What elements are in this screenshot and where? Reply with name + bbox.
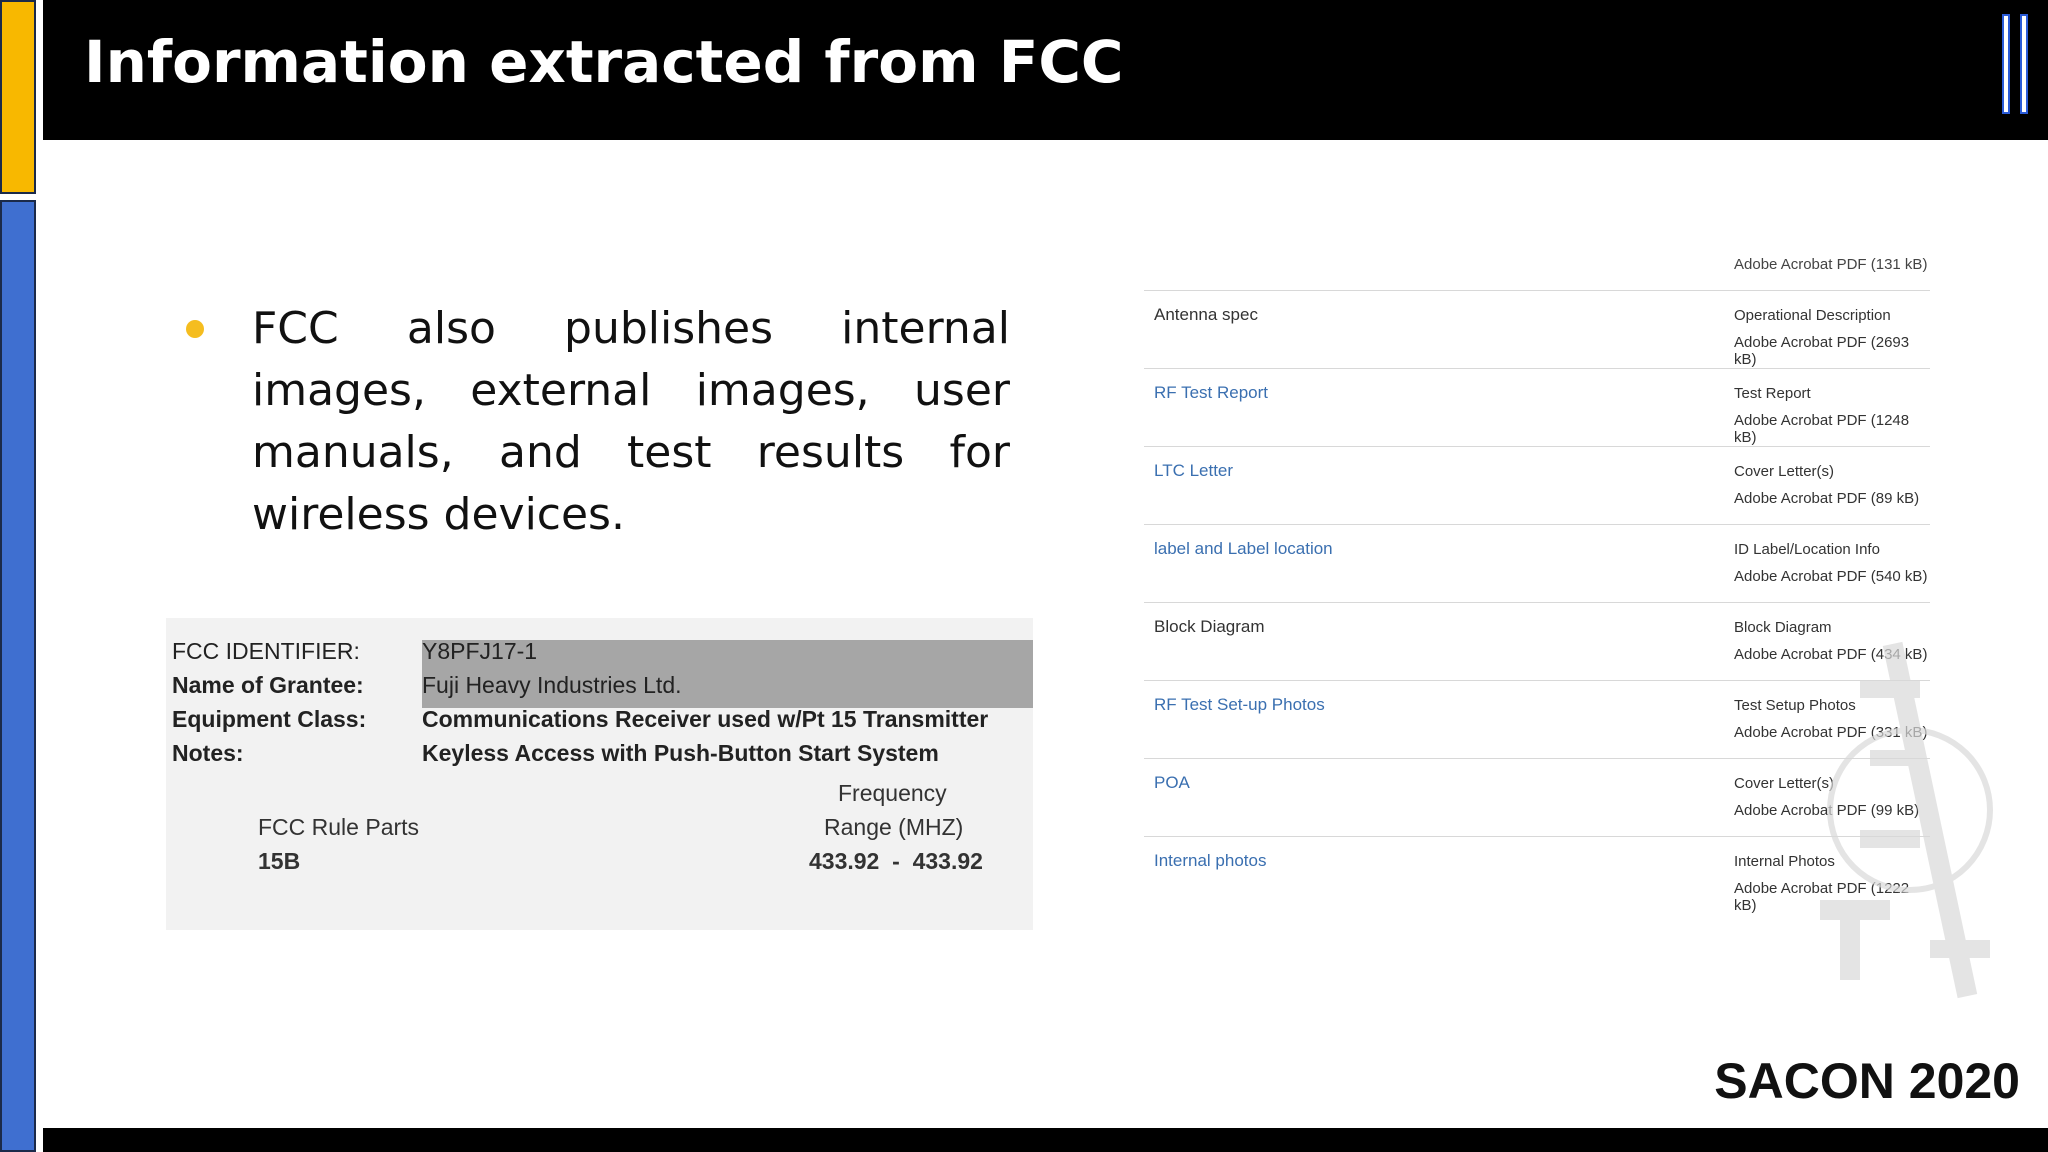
accent-bar-yellow: [0, 0, 36, 194]
accent-bar-blue: [0, 200, 36, 1152]
frequency-header: Frequency: [838, 780, 947, 806]
document-file-info: Adobe Acrobat PDF (131 kB): [1734, 256, 1928, 273]
document-file-info: Adobe Acrobat PDF (2693 kB): [1734, 334, 1910, 368]
frequency-value: 433.92 - 433.92: [809, 848, 983, 874]
document-link[interactable]: Internal photos: [1154, 851, 1266, 871]
document-link[interactable]: label and Label location: [1154, 539, 1333, 559]
bottom-bar: [43, 1128, 2048, 1152]
document-row: RF Test Report Test Report Adobe Acrobat P…: [1144, 368, 1930, 447]
fcc-field-value: Communications Receiver used w/Pt 15 Tra…: [422, 706, 989, 732]
bullet-text: FCC also publishes internal images, exte…: [252, 303, 1010, 540]
fcc-field-value: Fuji Heavy Industries Ltd.: [422, 672, 682, 698]
document-name: Antenna spec: [1154, 305, 1258, 324]
document-name: Block Diagram: [1154, 617, 1265, 636]
sacon-seal-watermark-icon: [1820, 641, 1993, 999]
fcc-field-label: FCC IDENTIFIER:: [172, 638, 360, 664]
fcc-field-label: Notes:: [172, 740, 244, 766]
document-link[interactable]: LTC Letter: [1154, 461, 1233, 481]
fcc-field-label: Equipment Class:: [172, 706, 367, 732]
bullet-dot-icon: [186, 320, 204, 338]
document-file-info: Adobe Acrobat PDF (540 kB): [1734, 568, 1928, 585]
document-row: LTC Letter Cover Letter(s) Adobe Acrobat P…: [1144, 446, 1930, 525]
double-bar-icon: [2000, 14, 2036, 114]
fcc-field-value: Y8PFJ17-1: [422, 638, 538, 664]
document-file-info: Adobe Acrobat PDF (1248 kB): [1734, 412, 1910, 446]
fcc-field-label: Name of Grantee:: [172, 672, 364, 698]
fcc-field-value: Keyless Access with Push-Button Start Sy…: [422, 740, 939, 766]
document-link[interactable]: RF Test Report: [1154, 383, 1268, 403]
document-link[interactable]: RF Test Set-up Photos: [1154, 695, 1325, 715]
document-row: Antenna spec Operational Description Adobe…: [1144, 290, 1930, 369]
frequency-range-header: Range (MHZ): [824, 814, 964, 840]
sacon-2020-logo: SACON 2020: [1714, 1053, 2020, 1109]
document-row: label and Label location ID Label/Locatio…: [1144, 524, 1930, 603]
rule-parts-header: FCC Rule Parts: [258, 814, 420, 840]
slide-title: Information extracted from FCC: [84, 28, 1124, 96]
document-type: Cover Letter(s): [1734, 463, 1835, 480]
bullet-point: FCC also publishes internal images, exte…: [186, 298, 1010, 546]
document-type: Test Report: [1734, 385, 1811, 402]
document-type: Operational Description: [1734, 307, 1891, 324]
document-file-info: Adobe Acrobat PDF (89 kB): [1734, 490, 1920, 507]
document-link[interactable]: POA: [1154, 773, 1190, 793]
rule-parts-value: 15B: [258, 848, 301, 874]
fcc-record-panel: FCC IDENTIFIER: Y8PFJ17-1 Name of Grantee:…: [166, 618, 1033, 930]
document-type: ID Label/Location Info: [1734, 541, 1880, 558]
